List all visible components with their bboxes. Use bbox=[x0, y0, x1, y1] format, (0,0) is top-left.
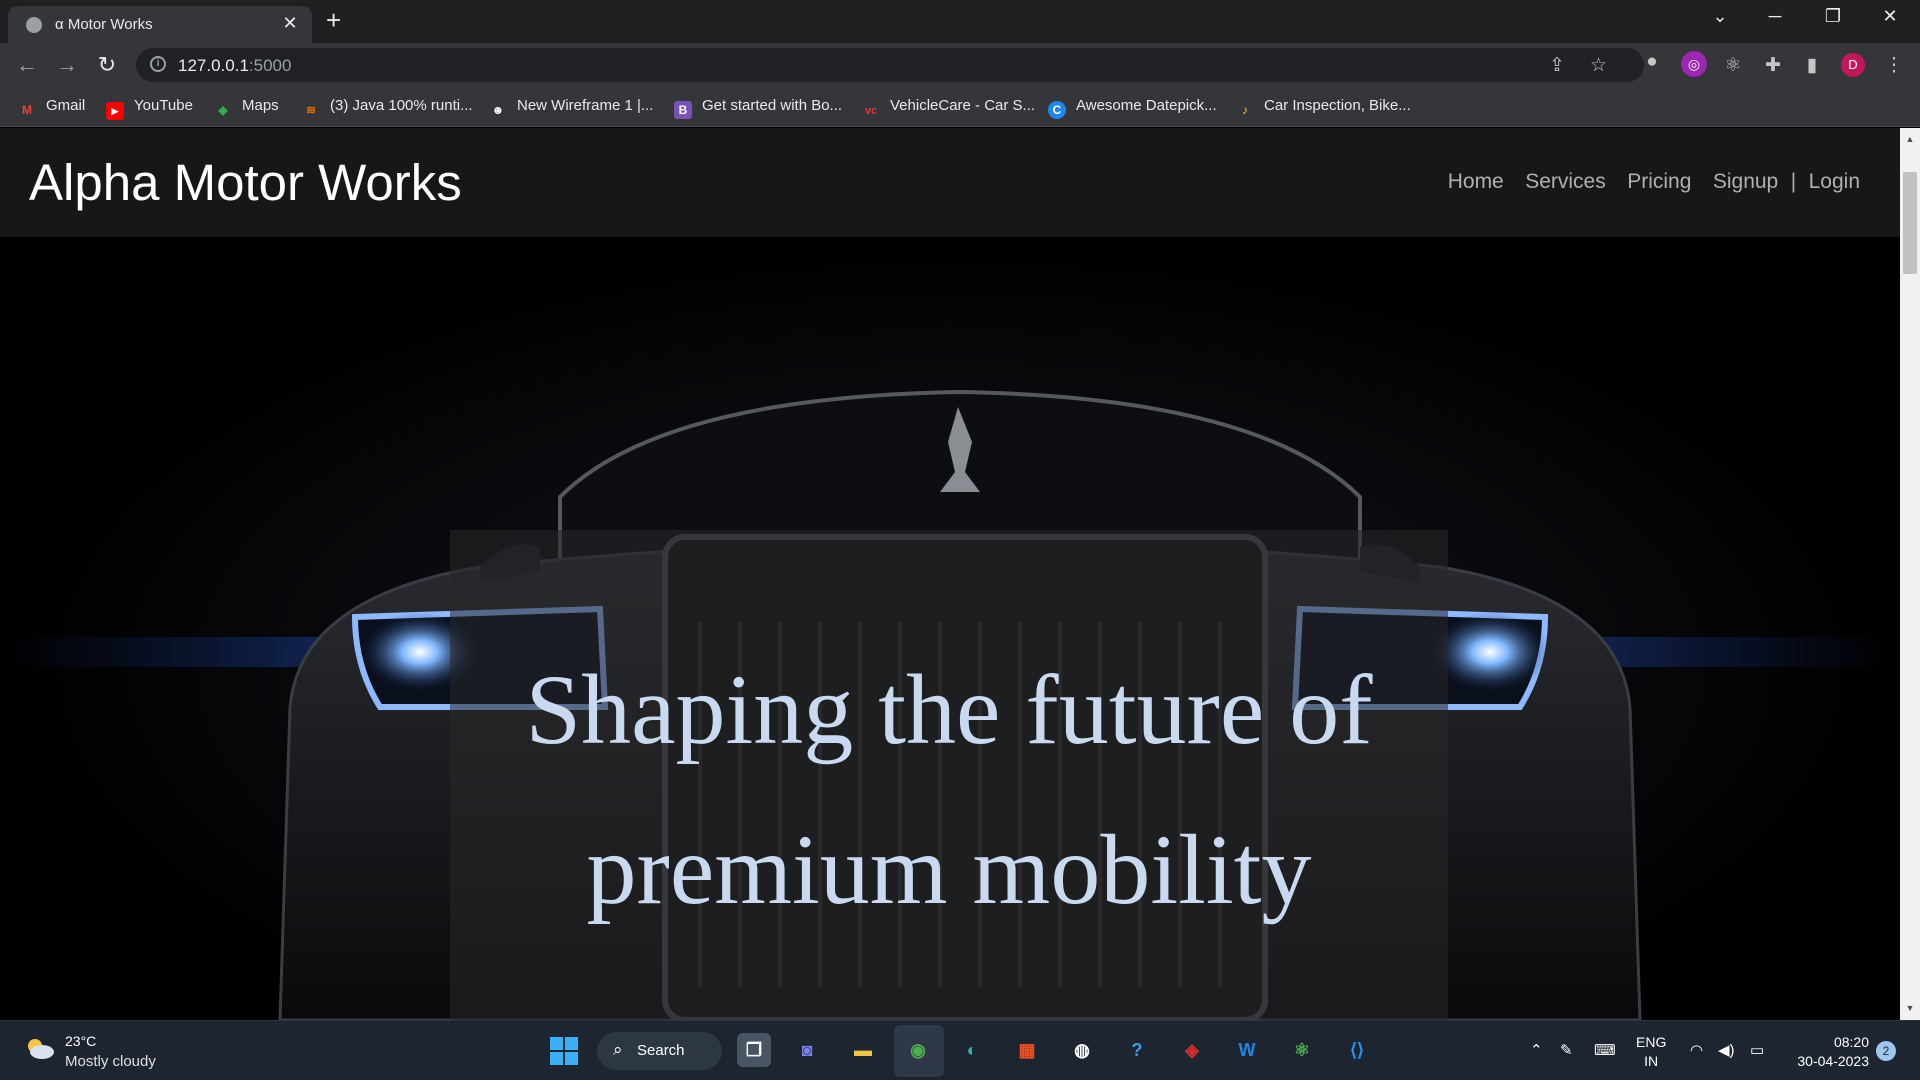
side-panel-icon[interactable]: ▮ bbox=[1800, 54, 1824, 77]
bookmark-datepicker[interactable]: C Awesome Datepick... bbox=[1048, 97, 1217, 119]
tab-title: α Motor Works bbox=[55, 16, 153, 33]
mcafee-icon[interactable]: ◈ bbox=[1175, 1033, 1209, 1067]
volume-icon[interactable]: ◀) bbox=[1718, 1041, 1735, 1059]
hero-heading: Shaping the future of premium mobility bbox=[450, 630, 1448, 950]
bookmark-bootstrap[interactable]: B Get started with Bo... bbox=[674, 97, 842, 119]
nav-home[interactable]: Home bbox=[1448, 170, 1504, 194]
vehiclecare-icon: vc bbox=[864, 105, 878, 117]
restore-button[interactable]: ❐ bbox=[1813, 6, 1853, 27]
minimize-button[interactable]: ─ bbox=[1755, 6, 1795, 27]
share-icon[interactable]: ⇪ bbox=[1549, 54, 1565, 77]
nav-services[interactable]: Services bbox=[1525, 170, 1606, 194]
hero-heading-line-2: premium mobility bbox=[586, 814, 1312, 925]
youtube-icon: ▶ bbox=[106, 102, 124, 120]
vscode-icon[interactable]: ⟨⟩ bbox=[1340, 1033, 1374, 1067]
microsoft-store-icon[interactable]: ▦ bbox=[1010, 1033, 1044, 1067]
site-brand[interactable]: Alpha Motor Works bbox=[29, 153, 462, 212]
gmail-icon: M bbox=[22, 103, 32, 117]
region-code: IN bbox=[1644, 1053, 1659, 1069]
nav-pricing[interactable]: Pricing bbox=[1627, 170, 1691, 194]
globe-icon bbox=[26, 17, 42, 33]
bookmark-star-icon[interactable]: ☆ bbox=[1590, 54, 1607, 77]
reload-button[interactable]: ↻ bbox=[93, 52, 121, 78]
bookmark-gmail[interactable]: M Gmail bbox=[18, 97, 85, 119]
task-view-icon[interactable]: ❐ bbox=[737, 1033, 771, 1067]
clock-time: 08:20 bbox=[1833, 1034, 1869, 1050]
tab-strip: α Motor Works ✕ + ⌄ ─ ❐ ✕ bbox=[0, 0, 1920, 43]
hero-section: Shaping the future of premium mobility bbox=[0, 237, 1900, 1020]
extension-icon[interactable]: ● bbox=[1640, 51, 1664, 73]
show-hidden-icons-chevron-icon[interactable]: ⌃ bbox=[1530, 1041, 1543, 1059]
word-app-icon[interactable]: W bbox=[1230, 1033, 1264, 1067]
language-code: ENG bbox=[1636, 1034, 1667, 1050]
forward-button[interactable]: → bbox=[53, 52, 81, 78]
pen-menu-icon[interactable]: ✎ bbox=[1560, 1041, 1573, 1059]
scrollbar-thumb[interactable] bbox=[1903, 172, 1917, 274]
github-icon[interactable]: ◍ bbox=[1065, 1033, 1099, 1067]
file-explorer-icon[interactable]: ▬ bbox=[846, 1033, 880, 1067]
extensions-puzzle-icon[interactable]: ✚ bbox=[1761, 54, 1785, 77]
address-bar[interactable]: i 127.0.0.1:5000 ⇪ ☆ bbox=[136, 48, 1644, 82]
datepicker-icon: C bbox=[1048, 101, 1066, 119]
cloudy-weather-icon[interactable] bbox=[22, 1035, 56, 1061]
bookmark-wireframe[interactable]: ☻ New Wireframe 1 |... bbox=[489, 97, 654, 119]
scroll-down-arrow-icon[interactable]: ▼ bbox=[1900, 1003, 1920, 1013]
close-window-button[interactable]: ✕ bbox=[1870, 6, 1910, 27]
search-label: Search bbox=[637, 1042, 685, 1059]
nav-login[interactable]: Login bbox=[1809, 170, 1860, 194]
wireframe-icon: ☻ bbox=[491, 103, 505, 117]
react-devtools-icon[interactable]: ⚛ bbox=[1721, 54, 1745, 77]
hero-heading-line-1: Shaping the future of bbox=[525, 654, 1373, 765]
bookmark-car-inspection[interactable]: ♪ Car Inspection, Bike... bbox=[1236, 97, 1411, 119]
new-tab-button[interactable]: + bbox=[326, 6, 341, 34]
teams-chat-icon[interactable]: ◙ bbox=[790, 1033, 824, 1067]
chrome-icon[interactable]: ◉ bbox=[901, 1033, 935, 1067]
bootstrap-icon: B bbox=[674, 101, 692, 119]
search-icon: ⌕ bbox=[613, 1040, 623, 1059]
taskbar-search[interactable]: ⌕ Search bbox=[597, 1032, 722, 1070]
get-help-icon[interactable]: ? bbox=[1120, 1033, 1154, 1067]
notification-badge[interactable]: 2 bbox=[1876, 1041, 1896, 1061]
weather-description[interactable]: Mostly cloudy bbox=[65, 1053, 156, 1070]
bookmark-maps[interactable]: ◆ Maps bbox=[214, 97, 278, 119]
extension-purple-icon[interactable]: ◎ bbox=[1681, 51, 1707, 77]
back-button[interactable]: ← bbox=[13, 52, 41, 78]
scroll-up-arrow-icon[interactable]: ▲ bbox=[1900, 134, 1920, 144]
wifi-icon[interactable]: ◠ bbox=[1690, 1041, 1703, 1059]
system-clock[interactable]: 08:20 30-04-2023 bbox=[1789, 1033, 1869, 1071]
url-text: 127.0.0.1:5000 bbox=[178, 56, 292, 75]
web-page: Alpha Motor Works Home Services Pricing … bbox=[0, 128, 1900, 1020]
page-scrollbar[interactable]: ▲ ▼ bbox=[1900, 128, 1920, 1020]
maps-icon: ◆ bbox=[218, 103, 228, 117]
weather-temperature[interactable]: 23°C bbox=[65, 1033, 96, 1049]
atom-icon[interactable]: ⚛ bbox=[1285, 1033, 1319, 1067]
bookmarks-bar: M Gmail ▶ YouTube ◆ Maps ≋ (3) Java 100% run… bbox=[0, 87, 1920, 127]
site-info-icon[interactable]: i bbox=[150, 56, 166, 72]
menu-kebab-icon[interactable]: ⋮ bbox=[1882, 54, 1906, 77]
browser-toolbar: ← → ↻ i 127.0.0.1:5000 ⇪ ☆ ● ◎ ⚛ ✚ ▮ D ⋮ bbox=[0, 43, 1920, 87]
browser-tab[interactable]: α Motor Works ✕ bbox=[8, 6, 312, 43]
inspection-icon: ♪ bbox=[1242, 103, 1248, 117]
java-icon: ≋ bbox=[305, 103, 317, 117]
clock-date: 30-04-2023 bbox=[1797, 1053, 1869, 1069]
site-navbar: Alpha Motor Works Home Services Pricing … bbox=[0, 128, 1900, 237]
touch-keyboard-icon[interactable]: ⌨ bbox=[1594, 1041, 1616, 1059]
tab-search-icon[interactable]: ⌄ bbox=[1700, 6, 1740, 27]
windows-start-icon[interactable] bbox=[550, 1037, 578, 1065]
hero-caption-box: Shaping the future of premium mobility bbox=[450, 530, 1448, 1020]
nav-links: Home Services Pricing Signup | Login bbox=[1431, 170, 1860, 194]
bookmark-vehiclecare[interactable]: vc VehicleCare - Car S... bbox=[862, 97, 1035, 120]
nav-separator: | bbox=[1790, 170, 1797, 193]
close-tab-icon[interactable]: ✕ bbox=[280, 13, 300, 34]
bookmark-youtube[interactable]: ▶ YouTube bbox=[106, 97, 193, 120]
windows-taskbar: 23°C Mostly cloudy ⌕ Search ❐ ◙ ▬ ◉ ◐ ▦ … bbox=[0, 1020, 1920, 1080]
language-indicator[interactable]: ENG IN bbox=[1636, 1033, 1666, 1071]
battery-icon[interactable]: ▭ bbox=[1750, 1041, 1764, 1059]
nav-signup[interactable]: Signup bbox=[1713, 170, 1778, 194]
profile-avatar[interactable]: D bbox=[1841, 53, 1865, 77]
edge-icon[interactable]: ◐ bbox=[955, 1033, 989, 1067]
bookmark-java[interactable]: ≋ (3) Java 100% runti... bbox=[302, 97, 473, 119]
